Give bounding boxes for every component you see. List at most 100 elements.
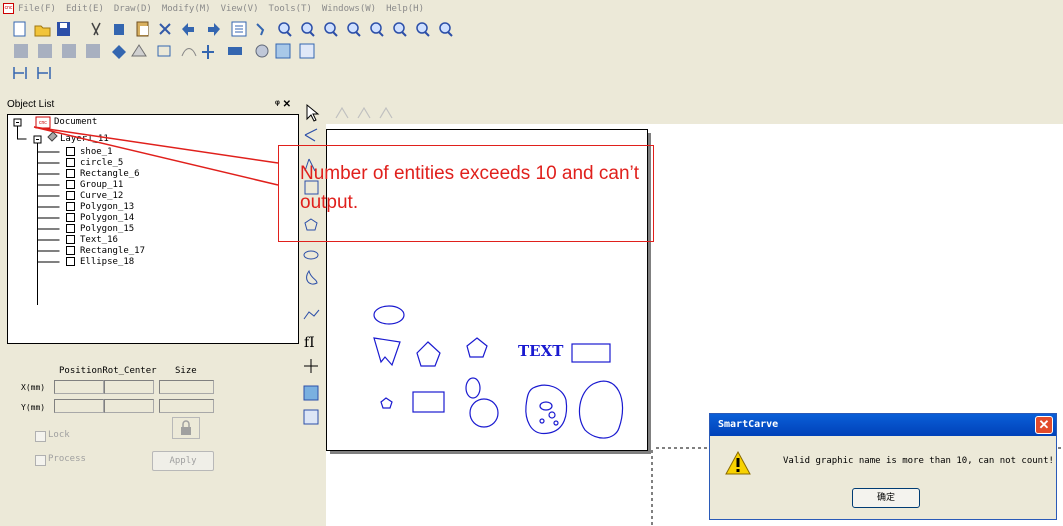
tree-layer[interactable]: Layer1_11 (60, 133, 109, 145)
object-list-pin-close[interactable]: ᵠ ✕ (275, 99, 291, 110)
object-tree[interactable]: cnc Document Layer1_11 shoe_1 circle_5 Rec… (7, 114, 299, 344)
y-rotcenter-field[interactable] (104, 399, 154, 413)
ellipse-tool-icon (303, 250, 319, 260)
process-label: Process (48, 454, 86, 464)
tree-lines: cnc (13, 116, 60, 305)
position-panel: PositionRot_Center Size X(mm) Y(mm) Lock… (7, 355, 299, 526)
rectangle-shape-1 (571, 343, 611, 363)
curve-tool-icon (306, 269, 318, 285)
offset-icon (131, 44, 147, 57)
node-edit-tool-icon (304, 128, 318, 142)
image-tool-icon (303, 385, 319, 401)
error-dialog: SmartCarve ✕ Valid graphic name is more … (709, 413, 1057, 520)
layer-icon (228, 47, 242, 55)
zoom-fit-icon (439, 22, 453, 37)
ellipse-shape (373, 305, 405, 325)
app-logo-icon: cnc (3, 3, 14, 14)
apply-button[interactable]: Apply (152, 451, 214, 471)
entity-icon (66, 169, 75, 178)
paste-icon (136, 21, 149, 37)
tree-item-label: Group_11 (80, 180, 124, 190)
menu-item-help[interactable]: Help(H) (386, 4, 424, 14)
menu-item-draw[interactable]: Draw(D) (114, 4, 152, 14)
select-tool-icon (306, 103, 320, 122)
text-tool-icon: fI (304, 335, 315, 351)
output-icon (299, 43, 315, 59)
fill-icon (112, 45, 126, 59)
entity-icon (66, 213, 75, 222)
warning-icon (725, 450, 751, 475)
tree-root-label: Document (54, 117, 98, 127)
zoom-in-icon (301, 22, 315, 37)
entity-icon (66, 191, 75, 200)
menu-items: File(F) Edit(E) Draw(D) Modify(M) View(V) Too… (18, 4, 424, 14)
position-header-rotcenter: Rot_Center (102, 366, 157, 376)
annotation-callout: Number of entities exceeds 10 and can’t … (278, 145, 654, 242)
origin-tool-icon (304, 359, 318, 373)
arc-tool-1-icon (335, 106, 349, 119)
delete-icon (159, 23, 171, 35)
preview-icon (275, 43, 291, 59)
align-icon (202, 45, 214, 59)
menu-item-windows[interactable]: Windows(W) (322, 4, 376, 14)
tree-root-document[interactable]: Document (54, 116, 97, 128)
position-header-position: Position (59, 366, 103, 376)
zoom-all-icon (370, 22, 384, 37)
save-icon (57, 22, 70, 36)
tree-item-label: shoe_1 (80, 147, 113, 157)
dialog-ok-button[interactable]: 确定 (852, 488, 920, 508)
padlock-icon (181, 420, 191, 435)
barcode-tool-icon (303, 409, 319, 425)
y-size-field[interactable] (159, 399, 214, 413)
entity-icon (66, 257, 75, 266)
polygon-shape-1 (416, 341, 441, 367)
array-icon (62, 44, 76, 58)
smooth-icon (181, 48, 197, 57)
arc-tool-3-icon (379, 106, 393, 119)
measure-icon (13, 67, 27, 79)
lock-checkbox[interactable] (35, 431, 46, 442)
menu-item-edit[interactable]: Edit(E) (66, 4, 104, 14)
menu-item-view[interactable]: View(V) (221, 4, 259, 14)
lock-button[interactable] (172, 417, 200, 439)
y-label: Y(mm) (21, 403, 46, 412)
new-file-icon (13, 21, 26, 37)
menu-item-tools[interactable]: Tools(T) (269, 4, 312, 14)
bezier-tool-icon (303, 309, 320, 320)
x-rotcenter-field[interactable] (104, 380, 154, 394)
text-object: TEXT (518, 342, 564, 360)
pan-icon (256, 23, 265, 36)
shoe-shape (373, 337, 401, 367)
polygon-shape-2 (466, 337, 488, 358)
canvas-mini-toolbar (334, 104, 414, 120)
properties-icon (231, 21, 247, 37)
menu-item-file[interactable]: File(F) (18, 4, 56, 14)
y-position-field[interactable] (54, 399, 104, 413)
object-list-panel: Object List ᵠ ✕ cnc Document Layer1_11 s… (7, 99, 299, 344)
tree-item-label: Rectangle_6 (80, 169, 140, 179)
entity-icon (66, 180, 75, 189)
object-list-header: Object List ᵠ ✕ (7, 99, 299, 113)
zoom-window-icon (347, 22, 361, 37)
dialog-titlebar[interactable]: SmartCarve ✕ (710, 414, 1056, 436)
combine-icon (86, 44, 100, 58)
rectangle-shape-2 (412, 391, 445, 413)
tree-item-label: Text_16 (80, 235, 118, 245)
entity-icon (66, 202, 75, 211)
tree-item-label: circle_5 (80, 158, 124, 168)
tree-item-label: Polygon_15 (80, 224, 135, 234)
undo-icon (182, 23, 194, 36)
menu-item-modify[interactable]: Modify(M) (162, 4, 211, 14)
entity-icon (66, 246, 75, 255)
process-checkbox[interactable] (35, 455, 46, 466)
toolbar-standard (0, 18, 1063, 40)
redo-icon (208, 23, 220, 36)
dialog-close-button[interactable]: ✕ (1035, 416, 1053, 434)
entity-icon (66, 158, 75, 167)
x-size-field[interactable] (159, 380, 214, 394)
zoom-out-icon (324, 22, 338, 37)
x-position-field[interactable] (54, 380, 104, 394)
tree-item[interactable]: Ellipse_18 (66, 256, 134, 268)
object-list-title: Object List (7, 99, 55, 110)
entity-icon (66, 235, 75, 244)
